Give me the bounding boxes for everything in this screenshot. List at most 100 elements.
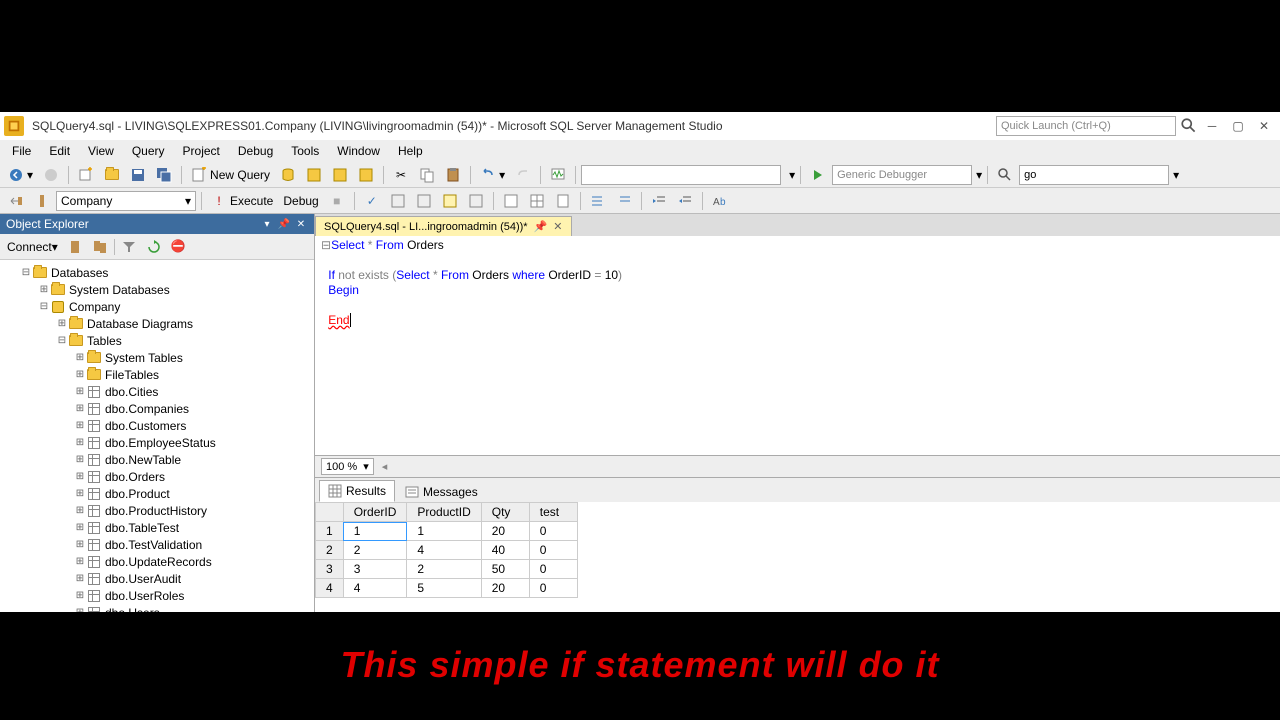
cell[interactable]: 2: [407, 560, 481, 579]
column-header[interactable]: test: [529, 503, 577, 522]
tab-messages[interactable]: Messages: [397, 482, 486, 502]
solution-config-combo[interactable]: [581, 165, 781, 185]
new-project-button[interactable]: [74, 164, 98, 186]
tab-results[interactable]: Results: [319, 480, 395, 502]
search-icon[interactable]: [1180, 117, 1198, 135]
sql-code-editor[interactable]: ⊟Select * From Orders If not exists (Sel…: [315, 236, 1280, 456]
row-header[interactable]: 1: [316, 522, 344, 541]
query-options-button[interactable]: [412, 190, 436, 212]
mdx-query-button[interactable]: [328, 164, 352, 186]
tree-node-table-producthistory[interactable]: ⊞dbo.ProductHistory: [2, 502, 312, 519]
open-file-button[interactable]: [100, 164, 124, 186]
include-stats-button[interactable]: [464, 190, 488, 212]
table-row[interactable]: 3 3 2 50 0: [316, 560, 578, 579]
minimize-button[interactable]: ─: [1200, 116, 1224, 136]
redo-button[interactable]: [511, 164, 535, 186]
tree-node-table-companies[interactable]: ⊞dbo.Companies: [2, 400, 312, 417]
nav-forward-button[interactable]: [39, 164, 63, 186]
debugger-combo[interactable]: Generic Debugger: [832, 165, 972, 185]
pin-icon[interactable]: 📌: [534, 220, 548, 233]
oe-refresh-button[interactable]: [143, 237, 165, 257]
cell[interactable]: 3: [343, 560, 407, 579]
tree-node-table-product[interactable]: ⊞dbo.Product: [2, 485, 312, 502]
dropdown-icon[interactable]: ▾: [260, 217, 274, 231]
menu-debug[interactable]: Debug: [230, 142, 281, 160]
close-tab-icon[interactable]: ✕: [553, 220, 562, 233]
table-row[interactable]: 4 4 5 20 0: [316, 579, 578, 598]
quick-launch-input[interactable]: Quick Launch (Ctrl+Q): [996, 116, 1176, 136]
tree-node-databases[interactable]: ⊟Databases: [2, 264, 312, 281]
menu-view[interactable]: View: [80, 142, 122, 160]
cell[interactable]: 4: [343, 579, 407, 598]
tree-node-table-updaterecords[interactable]: ⊞dbo.UpdateRecords: [2, 553, 312, 570]
tree-node-table-orders[interactable]: ⊞dbo.Orders: [2, 468, 312, 485]
xmla-query-button[interactable]: [354, 164, 378, 186]
cell[interactable]: 0: [529, 541, 577, 560]
paste-button[interactable]: [441, 164, 465, 186]
cell[interactable]: 50: [481, 560, 529, 579]
save-all-button[interactable]: [152, 164, 176, 186]
menu-project[interactable]: Project: [175, 142, 228, 160]
tree-node-system-tables[interactable]: ⊞System Tables: [2, 349, 312, 366]
cell[interactable]: 1: [407, 522, 481, 541]
results-text-button[interactable]: [499, 190, 523, 212]
zoom-combo[interactable]: 100 % ▾: [321, 458, 374, 475]
menu-help[interactable]: Help: [390, 142, 431, 160]
object-explorer-tree[interactable]: ⊟Databases ⊞System Databases ⊟Company ⊞D…: [0, 260, 314, 612]
column-header[interactable]: OrderID: [343, 503, 407, 522]
tree-node-table-userroles[interactable]: ⊞dbo.UserRoles: [2, 587, 312, 604]
debug-button[interactable]: Debug: [279, 190, 322, 212]
maximize-button[interactable]: ▢: [1226, 116, 1250, 136]
cell[interactable]: 0: [529, 522, 577, 541]
indent-button[interactable]: [647, 190, 671, 212]
go-combo[interactable]: go: [1019, 165, 1169, 185]
menu-edit[interactable]: Edit: [41, 142, 78, 160]
nav-back-button[interactable]: ▾: [4, 164, 37, 186]
copy-button[interactable]: [415, 164, 439, 186]
results-file-button[interactable]: [551, 190, 575, 212]
tree-node-table-newtable[interactable]: ⊞dbo.NewTable: [2, 451, 312, 468]
display-plan-button[interactable]: [386, 190, 410, 212]
scroll-left-icon[interactable]: ◂: [382, 460, 388, 473]
parse-button[interactable]: ✓: [360, 190, 384, 212]
start-debug-button[interactable]: [806, 164, 830, 186]
row-header[interactable]: 2: [316, 541, 344, 560]
oe-filter-button[interactable]: [118, 237, 140, 257]
oe-disconnect-button[interactable]: [64, 237, 86, 257]
table-row[interactable]: 2 2 4 40 0: [316, 541, 578, 560]
tree-node-file-tables[interactable]: ⊞FileTables: [2, 366, 312, 383]
cell[interactable]: 20: [481, 579, 529, 598]
include-plan-button[interactable]: [438, 190, 462, 212]
row-header[interactable]: 4: [316, 579, 344, 598]
connect-button[interactable]: [30, 190, 54, 212]
menu-query[interactable]: Query: [124, 142, 173, 160]
comment-button[interactable]: [586, 190, 610, 212]
tree-node-table-customers[interactable]: ⊞dbo.Customers: [2, 417, 312, 434]
save-button[interactable]: [126, 164, 150, 186]
tree-node-table-cities[interactable]: ⊞dbo.Cities: [2, 383, 312, 400]
tree-node-table-tabletest[interactable]: ⊞dbo.TableTest: [2, 519, 312, 536]
close-panel-icon[interactable]: ✕: [294, 217, 308, 231]
tree-node-table-useraudit[interactable]: ⊞dbo.UserAudit: [2, 570, 312, 587]
connect-dropdown[interactable]: Connect ▾: [4, 238, 61, 256]
tree-node-table-employeestatus[interactable]: ⊞dbo.EmployeeStatus: [2, 434, 312, 451]
find-button[interactable]: [993, 164, 1017, 186]
column-header[interactable]: ProductID: [407, 503, 481, 522]
tree-node-company[interactable]: ⊟Company: [2, 298, 312, 315]
undo-button[interactable]: ▾: [476, 164, 509, 186]
db-engine-query-button[interactable]: [276, 164, 300, 186]
tree-node-tables[interactable]: ⊟Tables: [2, 332, 312, 349]
outdent-button[interactable]: [673, 190, 697, 212]
oe-disconnect-all-button[interactable]: [89, 237, 111, 257]
cell[interactable]: 0: [529, 579, 577, 598]
tree-node-table-users[interactable]: ⊞dbo.Users: [2, 604, 312, 612]
tree-node-diagrams[interactable]: ⊞Database Diagrams: [2, 315, 312, 332]
cancel-query-button[interactable]: ■: [325, 190, 349, 212]
menu-window[interactable]: Window: [329, 142, 388, 160]
tree-node-table-testvalidation[interactable]: ⊞dbo.TestValidation: [2, 536, 312, 553]
cell[interactable]: 5: [407, 579, 481, 598]
database-combo[interactable]: Company▾: [56, 191, 196, 211]
cell[interactable]: 40: [481, 541, 529, 560]
cell[interactable]: 0: [529, 560, 577, 579]
activity-monitor-button[interactable]: [546, 164, 570, 186]
